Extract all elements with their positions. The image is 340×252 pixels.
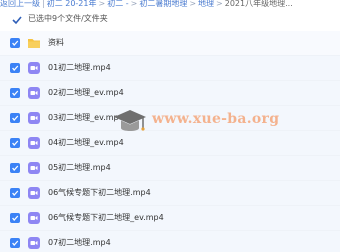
video-file-icon bbox=[28, 87, 40, 99]
breadcrumb-item[interactable]: 地理 bbox=[198, 0, 214, 8]
file-row[interactable]: 02初二地理_ev.mp4 bbox=[0, 81, 340, 106]
video-file-icon bbox=[28, 162, 40, 174]
video-file-icon bbox=[28, 212, 40, 224]
row-checkbox[interactable] bbox=[10, 163, 20, 173]
folder-icon bbox=[28, 39, 40, 48]
file-row[interactable]: 05初二地理.mp4 bbox=[0, 156, 340, 181]
select-all-checkbox[interactable] bbox=[12, 15, 22, 25]
video-file-icon bbox=[28, 137, 40, 149]
file-row[interactable]: 04初二地理_ev.mp4 bbox=[0, 131, 340, 156]
breadcrumb-separator: > bbox=[98, 0, 106, 8]
file-name[interactable]: 01初二地理.mp4 bbox=[48, 62, 111, 74]
checkmark-icon bbox=[12, 140, 19, 146]
file-browser: 返回上一级 | 初二 20-21年 > 初二 - > 初二暑期地理 > 地理 >2021八年级地理… bbox=[0, 0, 340, 252]
row-checkbox[interactable] bbox=[10, 63, 20, 73]
file-row[interactable]: 06气候专题下初二地理_ev.mp4 bbox=[0, 206, 340, 231]
breadcrumb-item[interactable]: 初二 20-21年 bbox=[47, 0, 97, 8]
breadcrumb-item[interactable]: 初二 - bbox=[107, 0, 128, 8]
checkmark-icon bbox=[12, 40, 19, 46]
breadcrumb-back-link[interactable]: 返回上一级 bbox=[0, 0, 40, 8]
checkmark-icon bbox=[12, 65, 19, 71]
file-name[interactable]: 资料 bbox=[48, 37, 64, 49]
checkmark-icon bbox=[12, 115, 19, 121]
breadcrumb-separator: > bbox=[130, 0, 138, 8]
file-name[interactable]: 06气候专题下初二地理_ev.mp4 bbox=[48, 212, 164, 224]
checkmark-icon bbox=[12, 215, 19, 221]
file-row[interactable]: 06气候专题下初二地理.mp4 bbox=[0, 181, 340, 206]
checkmark-icon bbox=[12, 190, 19, 196]
breadcrumb-separator: > bbox=[216, 0, 223, 8]
row-checkbox[interactable] bbox=[10, 88, 20, 98]
row-checkbox[interactable] bbox=[10, 138, 20, 148]
file-name[interactable]: 07初二地理.mp4 bbox=[48, 237, 111, 249]
file-name[interactable]: 06气候专题下初二地理.mp4 bbox=[48, 187, 151, 199]
file-row[interactable]: 01初二地理.mp4 bbox=[0, 56, 340, 81]
breadcrumb-current: 2021八年级地理... bbox=[224, 0, 293, 8]
file-name[interactable]: 05初二地理.mp4 bbox=[48, 162, 111, 174]
video-file-icon bbox=[28, 237, 40, 249]
checkmark-icon bbox=[12, 16, 22, 25]
video-file-icon bbox=[28, 62, 40, 74]
video-file-icon bbox=[28, 112, 40, 124]
checkmark-icon bbox=[12, 165, 19, 171]
breadcrumb-separator: | bbox=[42, 0, 45, 8]
row-checkbox[interactable] bbox=[10, 38, 20, 48]
breadcrumb-separator: > bbox=[189, 0, 197, 8]
file-name[interactable]: 03初二地理_ev.mp4 bbox=[48, 112, 124, 124]
file-row[interactable]: 03初二地理_ev.mp4 bbox=[0, 106, 340, 131]
file-list: 资料 01初二地理.mp4 02初二地理_ev.mp4 03初二地理_ev.mp… bbox=[0, 31, 340, 252]
video-file-icon bbox=[28, 187, 40, 199]
breadcrumb-item[interactable]: 初二暑期地理 bbox=[139, 0, 187, 8]
selection-status-text: 已选中9个文件/文件夹 bbox=[28, 14, 108, 23]
file-name[interactable]: 02初二地理_ev.mp4 bbox=[48, 87, 124, 99]
checkmark-icon bbox=[12, 90, 19, 96]
checkmark-icon bbox=[12, 240, 19, 246]
row-checkbox[interactable] bbox=[10, 113, 20, 123]
row-checkbox[interactable] bbox=[10, 213, 20, 223]
file-row[interactable]: 07初二地理.mp4 bbox=[0, 231, 340, 252]
breadcrumb: 返回上一级 | 初二 20-21年 > 初二 - > 初二暑期地理 > 地理 >2021八年级地理… bbox=[0, 0, 340, 11]
row-checkbox[interactable] bbox=[10, 238, 20, 248]
file-row[interactable]: 资料 bbox=[0, 31, 340, 56]
row-checkbox[interactable] bbox=[10, 188, 20, 198]
file-name[interactable]: 04初二地理_ev.mp4 bbox=[48, 137, 124, 149]
